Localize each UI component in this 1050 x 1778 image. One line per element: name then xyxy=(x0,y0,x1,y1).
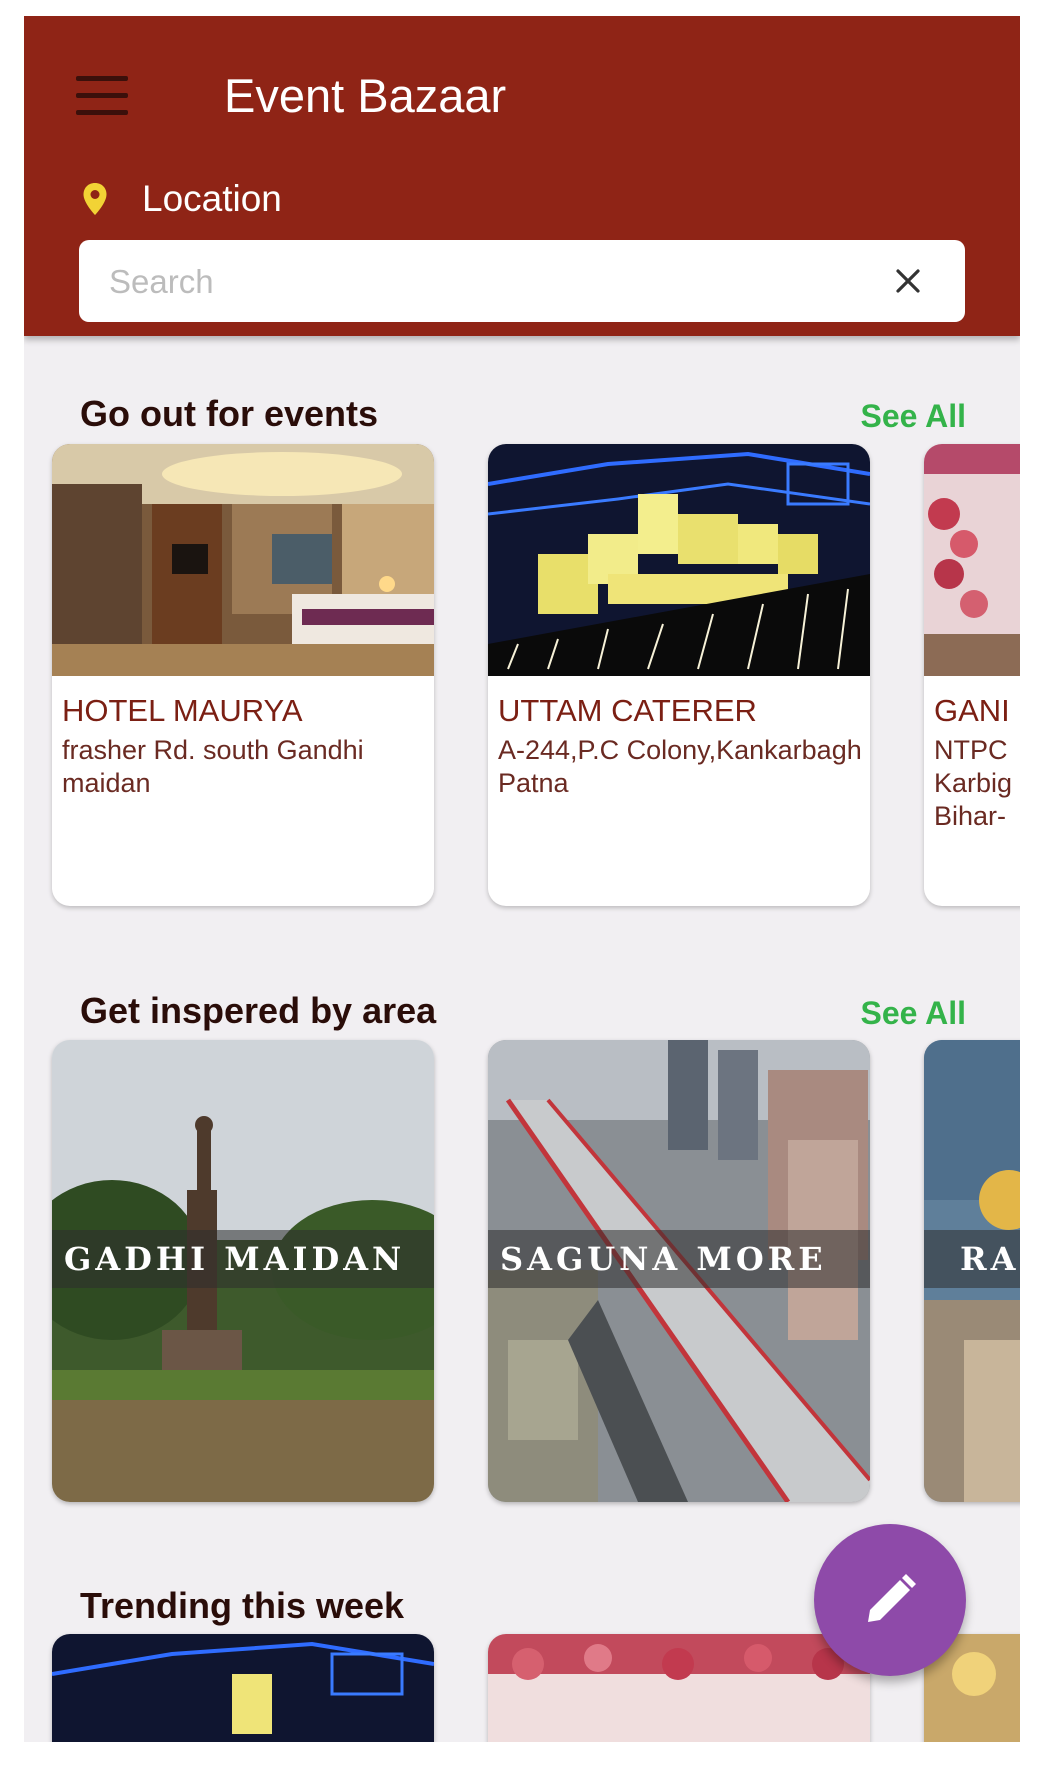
search-box xyxy=(79,240,965,324)
pencil-edit-icon xyxy=(868,1574,916,1622)
card-address: A-244,P.C Colony,Kankarbagh Patna xyxy=(498,735,862,798)
hamburger-menu-icon[interactable] xyxy=(76,76,130,116)
section-title-trending: Trending this week xyxy=(80,1585,405,1626)
area-card-saguna-more[interactable]: SAGUNA MORE xyxy=(488,1040,870,1502)
trending-card-1[interactable] xyxy=(52,1634,434,1742)
event-card-gani[interactable]: GANI NTPC Karbig Bihar- xyxy=(924,444,1020,906)
see-all-areas-link[interactable]: See All xyxy=(860,991,966,1035)
location-label: Location xyxy=(142,178,282,219)
search-input[interactable] xyxy=(107,240,871,324)
section-title-events: Go out for events xyxy=(80,393,379,434)
area-label: GADHI MAIDAN xyxy=(52,1230,434,1288)
trending-card-2[interactable] xyxy=(488,1634,870,1742)
card-name: GANI xyxy=(934,693,1010,728)
see-all-events-link[interactable]: See All xyxy=(860,394,966,438)
event-card-hotel-maurya[interactable]: HOTEL MAURYA frasher Rd. south Gandhi ma… xyxy=(52,444,434,906)
area-label: SAGUNA MORE xyxy=(488,1230,870,1288)
trending-stage-image xyxy=(52,1634,434,1742)
map-pin-icon xyxy=(83,183,107,215)
event-card-uttam-caterer[interactable]: UTTAM CATERER A-244,P.C Colony,Kankarbag… xyxy=(488,444,870,906)
card-name: UTTAM CATERER xyxy=(498,693,757,728)
caterer-stage-image xyxy=(488,444,870,676)
hotel-room-image xyxy=(52,444,434,676)
floral-decor-image xyxy=(924,444,1020,676)
area-label: RA xyxy=(924,1230,1020,1288)
close-icon[interactable] xyxy=(895,268,921,294)
section-title-areas: Get inspered by area xyxy=(80,990,437,1031)
phone-screen: Event Bazaar Location Go out for events … xyxy=(24,16,1020,1742)
card-name: HOTEL MAURYA xyxy=(62,693,303,728)
edit-fab-button[interactable] xyxy=(814,1524,966,1676)
trending-floral-image xyxy=(488,1634,870,1742)
app-title: Event Bazaar xyxy=(224,69,507,122)
card-address: NTPC Karbig Bihar- xyxy=(934,735,1013,831)
app-bar: Event Bazaar Location xyxy=(24,16,1020,336)
area-card-ra[interactable]: RA xyxy=(924,1040,1020,1502)
card-address: frasher Rd. south Gandhi maidan xyxy=(62,735,364,798)
area-card-gadhi-maidan[interactable]: GADHI MAIDAN xyxy=(52,1040,434,1502)
